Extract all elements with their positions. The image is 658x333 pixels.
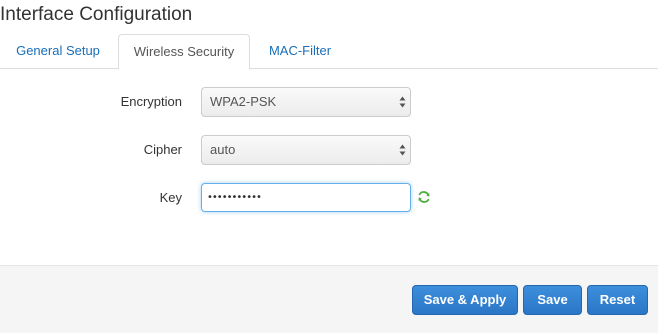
- key-input[interactable]: •••••••••••: [201, 183, 411, 212]
- cipher-select[interactable]: auto: [201, 135, 411, 165]
- encryption-label: Encryption: [120, 94, 182, 109]
- tab-bar: General Setup Wireless Security MAC-Filt…: [0, 34, 658, 70]
- refresh-icon[interactable]: [417, 190, 431, 204]
- cipher-row: Cipher auto: [0, 135, 658, 165]
- select-arrows-icon: [399, 96, 406, 108]
- save-apply-button[interactable]: Save & Apply: [412, 285, 518, 315]
- key-row: Key •••••••••••: [0, 183, 658, 213]
- footer-actions: Save & Apply Save Reset: [0, 265, 658, 333]
- tab-wireless-security[interactable]: Wireless Security: [118, 34, 250, 70]
- key-label: Key: [159, 190, 182, 205]
- reset-button[interactable]: Reset: [587, 285, 648, 315]
- tab-general-setup[interactable]: General Setup: [4, 34, 112, 69]
- tab-mac-filter[interactable]: MAC-Filter: [254, 34, 346, 69]
- cipher-value: auto: [210, 142, 236, 157]
- select-arrows-icon: [399, 144, 406, 156]
- page-title: Interface Configuration: [0, 4, 193, 25]
- encryption-select[interactable]: WPA2-PSK: [201, 87, 411, 117]
- save-button[interactable]: Save: [523, 285, 582, 315]
- encryption-value: WPA2-PSK: [210, 94, 277, 109]
- encryption-row: Encryption WPA2-PSK: [0, 87, 658, 117]
- cipher-label: Cipher: [143, 142, 182, 157]
